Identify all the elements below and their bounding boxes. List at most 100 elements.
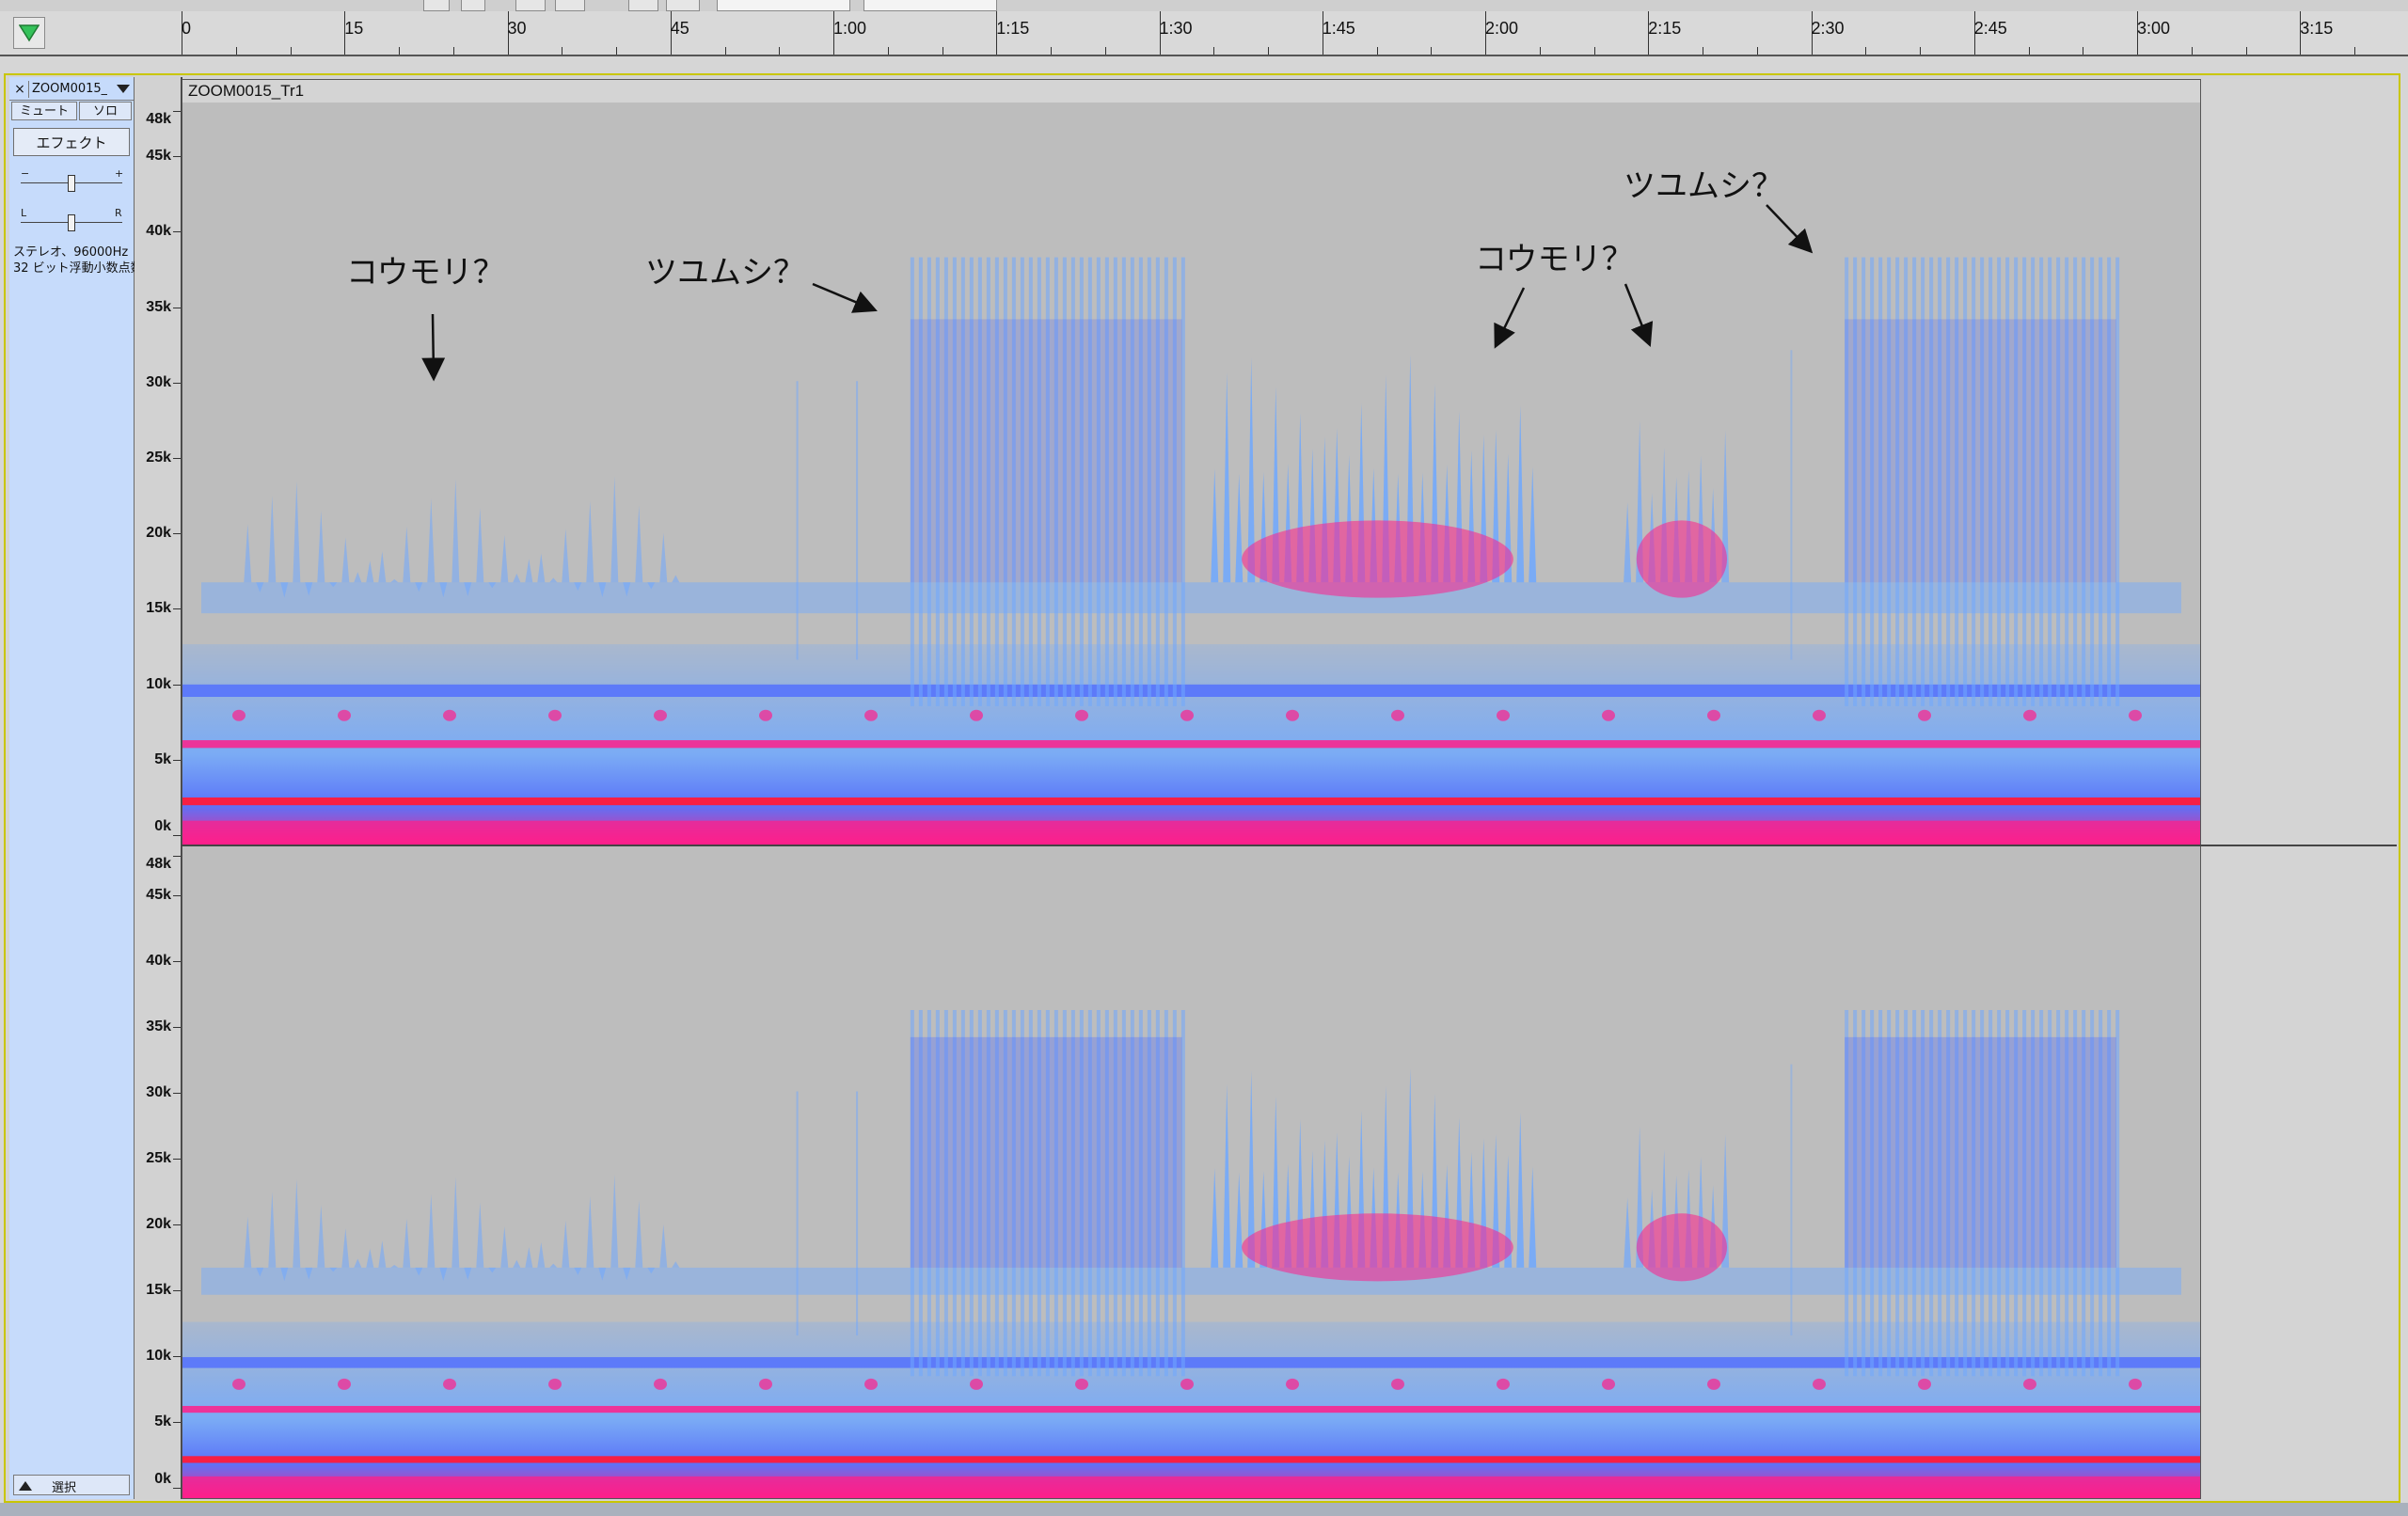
ruler-tick-label: 1:45 [1322,19,1355,38]
frequency-label: 45k [146,148,171,165]
clip-title-bar[interactable]: ZOOM0015_Tr1 [182,80,2200,103]
mute-button[interactable]: ミュート [11,102,77,120]
call-streak [1790,350,1793,660]
frequency-tick [173,457,181,459]
select-track-button[interactable]: 選択 [13,1475,130,1495]
frequency-label: 30k [146,1084,171,1100]
call-band [910,319,1182,583]
frequency-tick [173,231,181,233]
energy-blob [232,709,246,721]
energy-blob [864,709,878,721]
ruler-tick-label: 2:30 [1811,19,1845,38]
toolbar-button[interactable] [461,0,485,11]
frequency-tick [173,1488,181,1489]
ruler-minor-tick [779,47,781,55]
energy-blob [1180,1378,1194,1390]
pan-left-label: L [21,207,27,219]
energy-blob [548,709,562,721]
frequency-scale[interactable]: 48k 45k 40k 35k 30k 25k 20k 15k 10k 5k 0k 48k 45k 40k… [135,77,182,1499]
energy-blob [970,1378,983,1390]
solo-button[interactable]: ソロ [79,102,132,120]
energy-blob [1497,709,1510,721]
call-band [1845,319,2116,583]
empty-track-area [2201,79,2397,1499]
energy-blob [338,1378,351,1390]
energy-band [182,797,2200,806]
ruler-tick-label: 15 [344,19,364,38]
call-hotspot [1636,1213,1728,1282]
toolbar-strip [0,0,2408,11]
toolbar-button[interactable] [555,0,585,11]
call-streak [796,381,799,660]
energy-blob [1918,1378,1931,1390]
call-streak [1790,1064,1793,1335]
channel-divider [181,845,2397,846]
gain-minus-label: − [21,167,30,180]
ruler-tick-label: 1:00 [833,19,867,38]
toolbar-button[interactable] [628,0,658,11]
frequency-tick [173,1027,181,1028]
timeline-ruler[interactable]: 0 15 30 45 1:00 1:15 1:30 1:45 2:00 2:15 2:30 2:45 3… [0,11,2408,56]
energy-blob [864,1378,878,1390]
gain-slider-thumb[interactable] [68,175,75,192]
track-header: × ZOOM0015_ [9,79,134,101]
ruler-minor-tick [724,47,726,55]
annotation-katydid-label: ツユムシ？ [1624,167,1783,205]
ruler-minor-tick [1865,47,1867,55]
annotation-katydid-label: ツユムシ？ [645,254,805,292]
ruler-tick-label: 45 [670,19,689,38]
energy-blob [1813,709,1826,721]
spectrogram-view[interactable] [182,103,2200,1498]
call-hotspot [1242,1213,1513,1282]
frequency-label: 0k [154,818,171,834]
frequency-tick [173,533,181,535]
energy-blob [1602,709,1615,721]
energy-blob [1391,709,1404,721]
ruler-minor-tick [290,47,292,55]
toolbar-field[interactable] [717,0,850,11]
toolbar-button[interactable] [423,0,450,11]
toolbar-field[interactable] [863,0,997,11]
toolbar-button[interactable] [515,0,546,11]
energy-blob [1918,709,1931,721]
ruler-minor-tick [399,47,400,55]
track-name-menu[interactable]: ZOOM0015_ [32,81,107,98]
gain-slider[interactable]: − + [21,167,123,192]
energy-band [182,1405,2200,1413]
energy-blob [1286,1378,1299,1390]
chevron-down-icon[interactable] [117,83,130,94]
frequency-label: 25k [146,1150,171,1166]
energy-blob [548,1378,562,1390]
energy-blob [2023,709,2036,721]
pan-slider[interactable]: L R [21,207,122,231]
frequency-label: 45k [146,887,171,903]
frequency-tick [173,111,181,112]
frequency-label: 25k [146,449,171,466]
frequency-label: 48k [146,111,171,127]
close-track-button[interactable]: × [11,81,29,98]
effects-button[interactable]: エフェクト [13,128,130,156]
call-streak [796,1091,799,1335]
energy-blob [759,709,772,721]
ruler-minor-tick [887,47,889,55]
ruler-minor-tick [1104,47,1106,55]
status-bar [0,1503,2408,1516]
frequency-tick [173,1290,181,1291]
ruler-tick-label: 1:30 [1159,19,1193,38]
play-head-button[interactable] [13,17,45,49]
energy-blob [1075,1378,1088,1390]
frequency-label: 10k [146,675,171,692]
gain-plus-label: + [115,167,124,180]
ruler-tick-label: 2:15 [1648,19,1682,38]
frequency-label: 10k [146,1348,171,1364]
pan-slider-thumb[interactable] [68,214,75,231]
energy-blob [1497,1378,1510,1390]
ruler-minor-tick [616,47,617,55]
toolbar-button[interactable] [666,0,700,11]
ruler-minor-tick [2191,47,2193,55]
annotation-bat-label: コウモリ？ [1475,241,1634,278]
collapse-icon[interactable] [18,1479,33,1492]
track-control-panel[interactable]: × ZOOM0015_ ミュート ソロ エフェクト − + L R ステレオ、9… [9,77,143,1499]
energy-band [182,1456,2200,1463]
ruler-tick-label: 3:00 [2137,19,2171,38]
